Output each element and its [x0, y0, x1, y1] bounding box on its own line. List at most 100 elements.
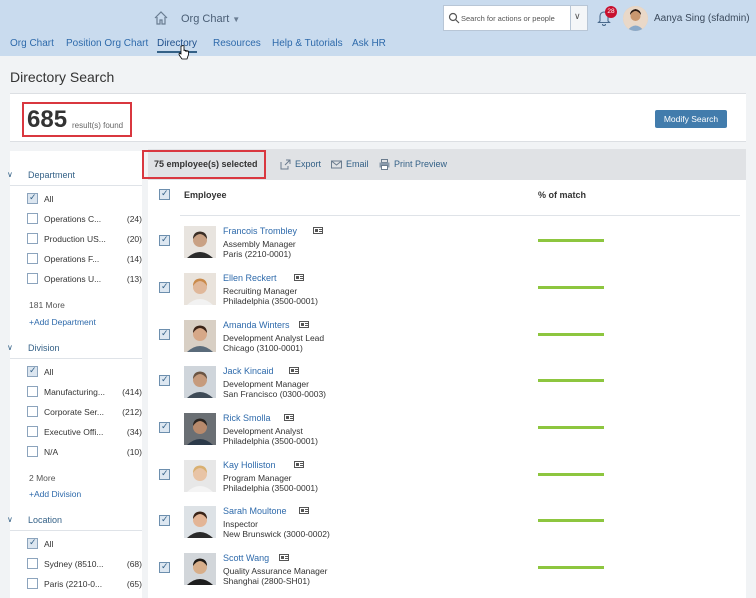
search-input[interactable]: Search for actions or people ∨: [443, 5, 588, 31]
checkbox-location-all[interactable]: [27, 537, 38, 549]
employee-name-link[interactable]: Scott Wang: [223, 553, 269, 563]
result-label: result(s) found: [72, 121, 124, 130]
employee-name-link[interactable]: Amanda Winters: [223, 320, 290, 330]
contact-card-icon[interactable]: [293, 461, 304, 468]
checkbox-department-all[interactable]: [27, 192, 38, 204]
employee-name-link[interactable]: Rick Smolla: [223, 413, 271, 423]
filter-count: (14): [126, 254, 142, 264]
match-percentage-bar: [538, 286, 604, 289]
row-checkbox[interactable]: [159, 421, 170, 433]
checkbox-location-1[interactable]: [27, 558, 38, 569]
employee-location: Paris (2210-0001): [223, 249, 292, 259]
print-icon[interactable]: [379, 159, 390, 170]
filter-count: (34): [126, 427, 142, 437]
chevron-down-icon[interactable]: ∨: [7, 515, 13, 524]
filter-label: Executive Offi...: [44, 427, 104, 437]
add-department-link[interactable]: +Add Department: [29, 317, 96, 327]
filter-count: (24): [126, 214, 142, 224]
print-preview-button[interactable]: Print Preview: [394, 159, 447, 169]
checkbox-division-3[interactable]: [27, 426, 38, 437]
checkbox-division-4[interactable]: [27, 446, 38, 457]
checkbox-department-1[interactable]: [27, 213, 38, 224]
app-title-menu[interactable]: Org Chart ▼: [181, 13, 240, 25]
employee-photo[interactable]: [184, 553, 216, 585]
row-checkbox[interactable]: [159, 561, 170, 573]
employee-photo[interactable]: [184, 506, 216, 538]
filter-count: (10): [126, 447, 142, 457]
checkbox-location-2[interactable]: [27, 578, 38, 589]
contact-card-icon[interactable]: [288, 367, 299, 374]
filter-count: (20): [126, 234, 142, 244]
checkbox-department-4[interactable]: [27, 273, 38, 284]
employee-name-link[interactable]: Francois Trombley: [223, 226, 297, 236]
row-checkbox[interactable]: [159, 468, 170, 480]
email-icon[interactable]: [331, 159, 342, 170]
row-checkbox[interactable]: [159, 328, 170, 340]
row-checkbox[interactable]: [159, 281, 170, 293]
result-count: 685: [27, 106, 68, 133]
contact-card-icon[interactable]: [298, 321, 309, 328]
employee-photo[interactable]: [184, 273, 216, 305]
filter-group-location[interactable]: Location: [28, 515, 62, 525]
chevron-down-icon[interactable]: ∨: [7, 343, 13, 352]
export-button[interactable]: Export: [295, 159, 321, 169]
top-navigation: Org Chart Position Org Chart Directory R…: [0, 38, 756, 54]
more-link[interactable]: 2 More: [29, 473, 55, 483]
column-header-match[interactable]: % of match: [538, 190, 586, 200]
checkbox-division-1[interactable]: [27, 386, 38, 397]
checkbox-department-3[interactable]: [27, 253, 38, 264]
home-icon[interactable]: [153, 10, 169, 26]
checkbox-division-all[interactable]: [27, 365, 38, 377]
filter-group-department[interactable]: Department: [28, 170, 75, 180]
email-button[interactable]: Email: [346, 159, 369, 169]
column-header-employee[interactable]: Employee: [184, 190, 227, 200]
employee-name-link[interactable]: Sarah Moultone: [223, 506, 287, 516]
contact-card-icon[interactable]: [293, 274, 304, 281]
nav-position-org-chart[interactable]: Position Org Chart: [66, 38, 148, 49]
nav-directory[interactable]: Directory: [157, 38, 197, 49]
nav-org-chart[interactable]: Org Chart: [10, 38, 54, 49]
selected-count: 75 employee(s) selected: [154, 159, 258, 169]
filter-label: Manufacturing...: [44, 387, 105, 397]
match-percentage-bar: [538, 379, 604, 382]
filter-group-division[interactable]: Division: [28, 343, 60, 353]
employee-photo[interactable]: [184, 320, 216, 352]
contact-card-icon[interactable]: [283, 414, 294, 421]
filter-count: (13): [126, 274, 142, 284]
employee-photo[interactable]: [184, 366, 216, 398]
user-name[interactable]: Aanya Sing (sfadmin): [654, 13, 750, 24]
contact-card-icon[interactable]: [313, 227, 324, 234]
user-avatar[interactable]: [623, 6, 648, 31]
search-dropdown-button[interactable]: ∨: [570, 6, 587, 30]
contact-card-icon[interactable]: [298, 507, 309, 514]
contact-card-icon[interactable]: [279, 554, 289, 561]
page-title: Directory Search: [10, 69, 115, 85]
employee-photo[interactable]: [184, 413, 216, 445]
employee-title: Inspector: [223, 519, 258, 529]
nav-ask-hr[interactable]: Ask HR: [352, 38, 386, 49]
add-division-link[interactable]: +Add Division: [29, 489, 81, 499]
checkbox-division-2[interactable]: [27, 406, 38, 417]
employee-title: Development Manager: [223, 379, 309, 389]
row-checkbox[interactable]: [159, 234, 170, 246]
modify-search-button[interactable]: Modify Search: [655, 110, 727, 128]
employee-photo[interactable]: [184, 460, 216, 492]
checkbox-department-2[interactable]: [27, 233, 38, 244]
row-checkbox[interactable]: [159, 514, 170, 526]
employee-name-link[interactable]: Ellen Reckert: [223, 273, 277, 283]
more-link[interactable]: 181 More: [29, 300, 65, 310]
export-icon[interactable]: [280, 159, 291, 170]
row-checkbox[interactable]: [159, 374, 170, 386]
notification-badge: 28: [605, 6, 617, 18]
chevron-down-icon[interactable]: ∨: [7, 170, 13, 179]
employee-name-link[interactable]: Jack Kincaid: [223, 366, 274, 376]
nav-resources[interactable]: Resources: [213, 38, 261, 49]
nav-help-tutorials[interactable]: Help & Tutorials: [272, 38, 343, 49]
employee-name-link[interactable]: Kay Holliston: [223, 460, 276, 470]
filter-label: All: [44, 367, 54, 377]
employee-title: Development Analyst: [223, 426, 303, 436]
employee-photo[interactable]: [184, 226, 216, 258]
filter-label: All: [44, 194, 54, 204]
employee-title: Program Manager: [223, 473, 292, 483]
select-all-checkbox[interactable]: [159, 188, 170, 200]
